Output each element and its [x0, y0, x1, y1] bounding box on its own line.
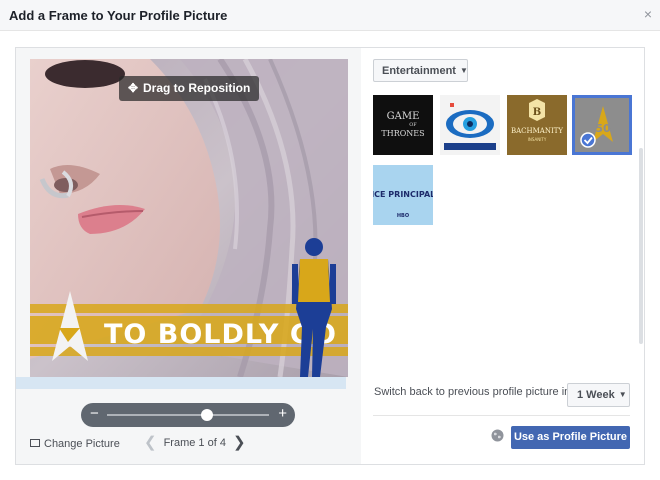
picture-icon [30, 439, 40, 447]
frame-option-bachmanity[interactable]: B BACHMANITY INSANITY [507, 95, 567, 155]
frame-option-big-brother[interactable] [440, 95, 500, 155]
close-icon[interactable]: × [644, 7, 652, 21]
svg-text:50: 50 [595, 122, 611, 135]
bachmanity-logo: B BACHMANITY INSANITY [507, 95, 567, 155]
category-label: Entertainment [382, 65, 456, 77]
profile-picture-preview[interactable]: TO BOLDLY GO [30, 59, 348, 377]
divider [373, 415, 630, 416]
dialog-header: Add a Frame to Your Profile Picture × [0, 0, 660, 31]
frame-option-game-of-thrones[interactable]: GAME OF THRONES [373, 95, 433, 155]
drag-label: Drag to Reposition [143, 81, 251, 95]
frame-option-vice-principals[interactable]: VICE PRINCIPALS HBO [373, 165, 433, 225]
frame-list-scrollbar[interactable] [639, 148, 643, 344]
svg-text:BACHMANITY: BACHMANITY [511, 127, 563, 135]
change-picture-label: Change Picture [44, 438, 120, 450]
star-trek-delta-logo: 50 [575, 98, 629, 152]
svg-text:OF: OF [409, 122, 417, 128]
svg-text:INSANITY: INSANITY [528, 137, 547, 142]
frame-counter: Frame 1 of 4 [163, 437, 226, 449]
zoom-track[interactable] [107, 414, 269, 416]
preview-bottom-strip [16, 377, 346, 389]
switch-back-duration-select[interactable]: 1 Week ▼ [567, 383, 630, 407]
big-brother-eye-logo [440, 95, 500, 155]
zoom-handle[interactable] [201, 409, 214, 421]
switch-back-label: Switch back to previous profile picture … [374, 386, 571, 398]
frame-pager: ❮ Frame 1 of 4 ❯ [144, 435, 246, 450]
caret-down-icon: ▼ [618, 390, 627, 399]
svg-text:GAME: GAME [387, 111, 420, 122]
svg-text:THRONES: THRONES [381, 129, 424, 138]
zoom-slider[interactable]: − + [81, 403, 295, 427]
category-dropdown[interactable]: Entertainment ▼ [373, 59, 468, 82]
chevron-left-icon[interactable]: ❮ [144, 435, 157, 450]
use-as-profile-picture-button[interactable]: Use as Profile Picture [511, 426, 630, 449]
change-picture-link[interactable]: Change Picture [30, 438, 120, 450]
preview-image: TO BOLDLY GO [30, 59, 348, 377]
caret-down-icon: ▼ [459, 66, 468, 75]
zoom-out-icon[interactable]: − [90, 406, 99, 422]
drag-to-reposition-hint[interactable]: ✥ Drag to Reposition [119, 76, 260, 101]
vice-principals-logo: VICE PRINCIPALS HBO [373, 165, 433, 225]
move-icon: ✥ [128, 81, 139, 95]
frame-option-star-trek[interactable]: 50 [572, 95, 632, 155]
svg-text:HBO: HBO [397, 213, 409, 219]
chevron-right-icon[interactable]: ❯ [233, 435, 246, 450]
duration-value: 1 Week [577, 389, 615, 401]
globe-icon[interactable] [491, 429, 504, 442]
svg-text:VICE PRINCIPALS: VICE PRINCIPALS [373, 190, 433, 199]
svg-text:B: B [533, 107, 541, 118]
game-of-thrones-logo: GAME OF THRONES [373, 95, 433, 155]
zoom-in-icon[interactable]: + [278, 406, 287, 422]
dialog-title: Add a Frame to Your Profile Picture [9, 8, 228, 23]
